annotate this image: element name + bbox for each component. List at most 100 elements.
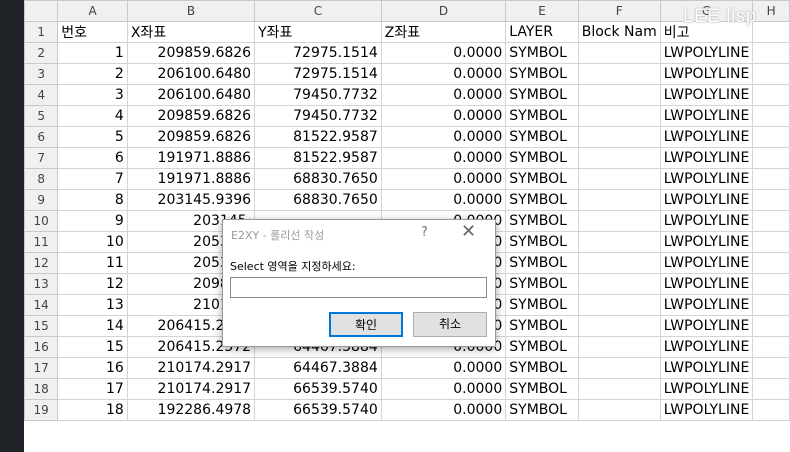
row-number[interactable]: 2 (24, 42, 59, 64)
cell[interactable]: SYMBOL (505, 399, 579, 421)
row-number[interactable]: 1 (24, 21, 59, 43)
cell[interactable]: 210174.2917 (126, 357, 256, 379)
cell[interactable]: 210174.2917 (126, 378, 256, 400)
cell[interactable]: 16 (57, 357, 128, 379)
cell[interactable]: LWPOLYLINE (659, 147, 754, 169)
cell[interactable]: 11 (57, 252, 128, 274)
cell[interactable] (752, 252, 790, 274)
cell[interactable] (752, 21, 790, 43)
row-number[interactable]: 14 (24, 294, 59, 316)
cell[interactable] (577, 126, 661, 148)
cell[interactable]: 68830.7650 (254, 168, 382, 190)
cell[interactable] (752, 63, 790, 85)
cell[interactable]: 0.0000 (380, 126, 507, 148)
cell[interactable]: 79450.7732 (254, 105, 382, 127)
cell[interactable]: 0.0000 (380, 105, 507, 127)
col-header-d[interactable]: D (380, 0, 507, 22)
cell[interactable] (752, 378, 790, 400)
cell[interactable]: 209859.6826 (126, 105, 256, 127)
cell[interactable]: 3 (57, 84, 128, 106)
cell[interactable]: SYMBOL (505, 105, 579, 127)
cell[interactable] (752, 399, 790, 421)
cell[interactable]: X좌표 (126, 21, 256, 43)
cell[interactable]: 8 (57, 189, 128, 211)
cell[interactable]: 0.0000 (380, 378, 507, 400)
cell[interactable] (752, 105, 790, 127)
cell[interactable]: 191971.8886 (126, 168, 256, 190)
cell[interactable]: SYMBOL (505, 273, 579, 295)
cell[interactable]: Block Nam (577, 21, 661, 43)
cell[interactable]: LWPOLYLINE (659, 210, 754, 232)
cell[interactable]: 64467.3884 (254, 357, 382, 379)
cell[interactable]: 17 (57, 378, 128, 400)
cell[interactable] (577, 231, 661, 253)
cell[interactable]: 18 (57, 399, 128, 421)
cell[interactable] (752, 210, 790, 232)
cell[interactable]: LWPOLYLINE (659, 126, 754, 148)
cell[interactable] (577, 336, 661, 358)
cell[interactable]: 7 (57, 168, 128, 190)
cell[interactable]: LWPOLYLINE (659, 84, 754, 106)
row-number[interactable]: 17 (24, 357, 59, 379)
select-all-corner[interactable] (24, 0, 59, 22)
close-icon[interactable]: ✕ (461, 223, 476, 241)
cell[interactable]: 72975.1514 (254, 63, 382, 85)
cell[interactable] (752, 294, 790, 316)
cell[interactable]: 206100.6480 (126, 84, 256, 106)
cell[interactable]: 209859.6826 (126, 42, 256, 64)
cell[interactable]: SYMBOL (505, 168, 579, 190)
row-number[interactable]: 4 (24, 84, 59, 106)
cell[interactable]: 0.0000 (380, 357, 507, 379)
cell[interactable]: 10 (57, 231, 128, 253)
cell[interactable]: 4 (57, 105, 128, 127)
cell[interactable] (752, 168, 790, 190)
cell[interactable]: LWPOLYLINE (659, 315, 754, 337)
cell[interactable]: 1 (57, 42, 128, 64)
cell[interactable] (577, 42, 661, 64)
row-number[interactable]: 7 (24, 147, 59, 169)
cell[interactable] (752, 189, 790, 211)
col-header-c[interactable]: C (254, 0, 382, 22)
cell[interactable]: SYMBOL (505, 126, 579, 148)
cell[interactable]: 79450.7732 (254, 84, 382, 106)
cell[interactable]: LWPOLYLINE (659, 336, 754, 358)
cell[interactable]: LWPOLYLINE (659, 357, 754, 379)
col-header-h[interactable]: H (752, 0, 790, 22)
cell[interactable] (577, 105, 661, 127)
cell[interactable]: SYMBOL (505, 147, 579, 169)
cell[interactable] (577, 378, 661, 400)
cell[interactable] (577, 210, 661, 232)
cell[interactable]: LWPOLYLINE (659, 63, 754, 85)
cell[interactable]: 0.0000 (380, 147, 507, 169)
cell[interactable]: 13 (57, 294, 128, 316)
cell[interactable]: LWPOLYLINE (659, 168, 754, 190)
cell[interactable]: SYMBOL (505, 357, 579, 379)
row-number[interactable]: 16 (24, 336, 59, 358)
cell[interactable]: SYMBOL (505, 294, 579, 316)
help-icon[interactable]: ? (421, 225, 428, 240)
cell[interactable]: 192286.4978 (126, 399, 256, 421)
cell[interactable]: 5 (57, 126, 128, 148)
cell[interactable] (577, 84, 661, 106)
cell[interactable]: 203145.9396 (126, 189, 256, 211)
cell[interactable]: SYMBOL (505, 378, 579, 400)
cell[interactable] (752, 42, 790, 64)
row-number[interactable]: 3 (24, 63, 59, 85)
cell[interactable]: 9 (57, 210, 128, 232)
cell[interactable]: SYMBOL (505, 315, 579, 337)
cell[interactable]: SYMBOL (505, 63, 579, 85)
cell[interactable] (752, 273, 790, 295)
cell[interactable]: 81522.9587 (254, 147, 382, 169)
cell[interactable]: Y좌표 (254, 21, 382, 43)
cell[interactable]: 0.0000 (380, 84, 507, 106)
cell[interactable]: LWPOLYLINE (659, 189, 754, 211)
selection-input[interactable] (230, 277, 487, 298)
cell[interactable]: SYMBOL (505, 231, 579, 253)
cell[interactable] (577, 273, 661, 295)
cell[interactable] (752, 231, 790, 253)
cell[interactable]: 66539.5740 (254, 378, 382, 400)
row-number[interactable]: 5 (24, 105, 59, 127)
cell[interactable]: 72975.1514 (254, 42, 382, 64)
cell[interactable]: LWPOLYLINE (659, 378, 754, 400)
cell[interactable]: LWPOLYLINE (659, 105, 754, 127)
